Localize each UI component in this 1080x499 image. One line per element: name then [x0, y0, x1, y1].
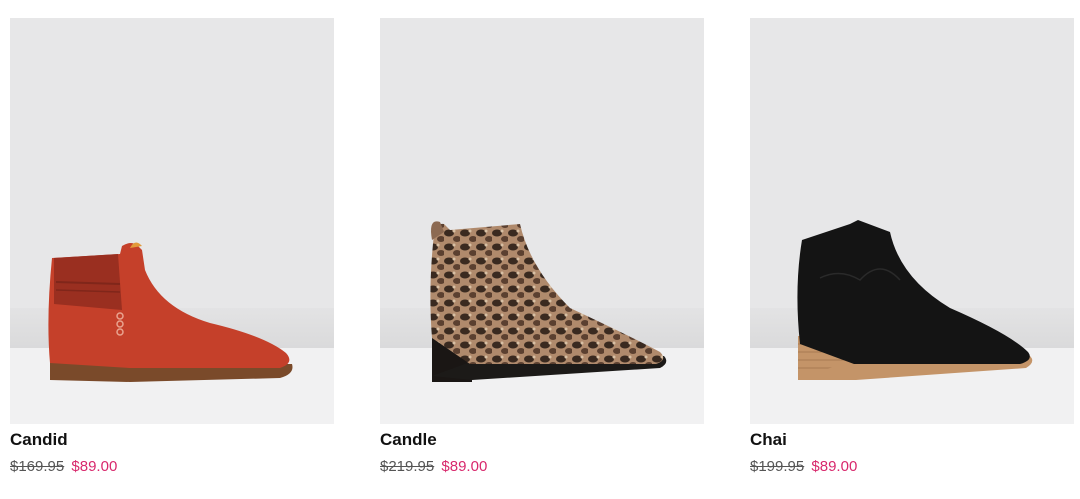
- product-name[interactable]: Candle: [380, 430, 704, 450]
- product-name[interactable]: Chai: [750, 430, 1074, 450]
- original-price: $169.95: [10, 458, 65, 475]
- product-image[interactable]: [750, 18, 1074, 424]
- product-grid: Candid $169.95 $89.00 Candle $219.95 $89…: [0, 0, 1080, 499]
- sale-price: $89.00: [811, 458, 858, 475]
- original-price: $199.95: [750, 458, 805, 475]
- product-price: $199.95 $89.00: [750, 458, 1074, 476]
- black-suede-western-boot-icon: [797, 220, 1033, 380]
- product-price: $169.95 $89.00: [10, 458, 334, 476]
- red-suede-ankle-boot-icon: [48, 242, 293, 382]
- sale-price: $89.00: [71, 458, 118, 475]
- product-card[interactable]: Candid $169.95 $89.00: [10, 18, 334, 476]
- product-image[interactable]: [10, 18, 334, 424]
- product-image[interactable]: [380, 18, 704, 424]
- sale-price: $89.00: [441, 458, 488, 475]
- product-name[interactable]: Candid: [10, 430, 334, 450]
- product-card[interactable]: Candle $219.95 $89.00: [380, 18, 704, 476]
- product-card[interactable]: Chai $199.95 $89.00: [750, 18, 1074, 476]
- snakeskin-ankle-boot-icon: [430, 221, 667, 382]
- original-price: $219.95: [380, 458, 435, 475]
- product-price: $219.95 $89.00: [380, 458, 704, 476]
